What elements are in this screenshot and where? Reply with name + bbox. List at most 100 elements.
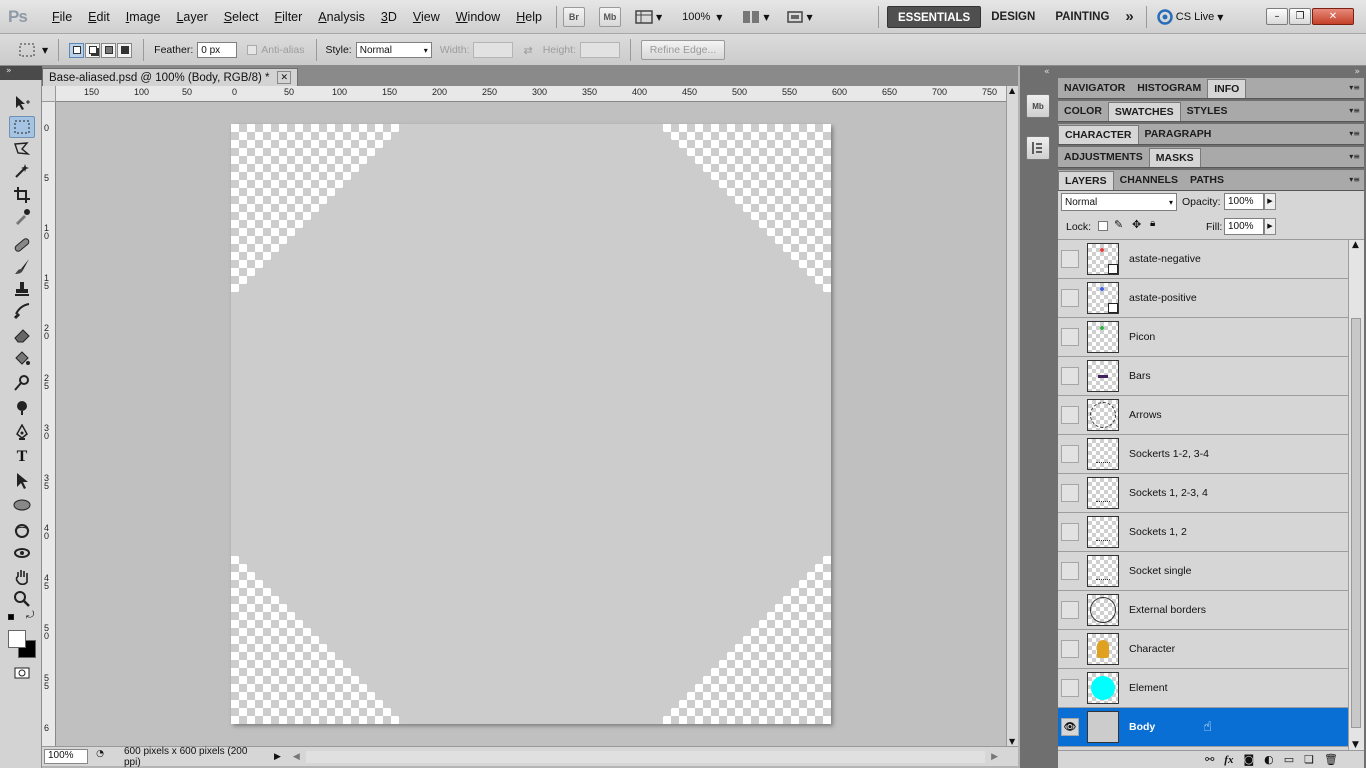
- layer-visibility-toggle[interactable]: 👁︎: [1061, 718, 1079, 736]
- zoom-level-dropdown[interactable]: 100% ▼: [682, 11, 722, 23]
- menu-file[interactable]: File: [44, 0, 80, 34]
- mini-bridge-panel-button[interactable]: Mb: [1026, 94, 1050, 118]
- lasso-tool[interactable]: [9, 138, 35, 160]
- panel-menu-icon[interactable]: ▾≡: [1349, 106, 1360, 115]
- opacity-slider-arrow[interactable]: ▶: [1264, 193, 1276, 210]
- eraser-tool[interactable]: [9, 324, 35, 346]
- menu-3d[interactable]: 3D: [373, 0, 405, 34]
- tab-swatches[interactable]: SWATCHES: [1107, 102, 1181, 121]
- document-tab[interactable]: Base-aliased.psd @ 100% (Body, RGB/8) * …: [42, 68, 299, 86]
- dodge-tool[interactable]: [9, 372, 35, 394]
- menu-image[interactable]: Image: [118, 0, 169, 34]
- subtract-selection-button[interactable]: [101, 42, 117, 58]
- ellipse-tool[interactable]: [9, 494, 35, 516]
- layers-scrollbar[interactable]: ▲ ▼: [1348, 240, 1364, 750]
- new-layer-icon[interactable]: ❏: [1304, 753, 1314, 766]
- layer-visibility-toggle[interactable]: [1061, 289, 1079, 307]
- foreground-color-swatch[interactable]: [8, 630, 26, 648]
- anti-alias-checkbox[interactable]: Anti-alias: [247, 44, 308, 56]
- hscroll-right-icon[interactable]: ▶: [991, 752, 998, 762]
- close-tab-icon[interactable]: ✕: [277, 71, 292, 84]
- layer-row[interactable]: Picon: [1058, 318, 1348, 357]
- layer-row[interactable]: Socket single: [1058, 552, 1348, 591]
- zoom-dot-tool[interactable]: [9, 396, 35, 418]
- zoom-field[interactable]: 100%: [44, 749, 88, 764]
- history-brush-tool[interactable]: [9, 300, 35, 322]
- lock-position-icon[interactable]: ✥: [1132, 218, 1141, 231]
- lock-transparency-icon[interactable]: [1098, 221, 1108, 231]
- layer-visibility-toggle[interactable]: [1061, 445, 1079, 463]
- tab-masks[interactable]: MASKS: [1148, 148, 1201, 167]
- layer-row[interactable]: Arrows: [1058, 396, 1348, 435]
- quick-mask-button[interactable]: [9, 662, 35, 684]
- history-panel-button[interactable]: [1026, 136, 1050, 160]
- canvas-vertical-scrollbar[interactable]: ▲ ▼: [1006, 86, 1018, 746]
- menu-layer[interactable]: Layer: [168, 0, 215, 34]
- layer-visibility-toggle[interactable]: [1061, 679, 1079, 697]
- hscroll-left-icon[interactable]: ◀: [293, 752, 300, 762]
- link-icon[interactable]: ⚯: [1205, 753, 1214, 766]
- menu-help[interactable]: Help: [508, 0, 550, 34]
- opacity-input[interactable]: 100%: [1224, 193, 1264, 210]
- scroll-down-icon[interactable]: ▼: [1352, 740, 1359, 750]
- tab-paragraph[interactable]: PARAGRAPH: [1139, 125, 1218, 144]
- tab-adjustments[interactable]: ADJUSTMENTS: [1058, 148, 1149, 167]
- paint-bucket-tool[interactable]: [9, 348, 35, 370]
- layer-row[interactable]: astate-positive: [1058, 279, 1348, 318]
- layer-row[interactable]: Character: [1058, 630, 1348, 669]
- 3d-orbit-tool[interactable]: [9, 542, 35, 564]
- screen-mode-button[interactable]: ▼: [786, 9, 813, 25]
- layer-visibility-toggle[interactable]: [1061, 523, 1079, 541]
- pen-tool[interactable]: [9, 422, 35, 444]
- scroll-down-icon[interactable]: ▼: [1009, 737, 1015, 746]
- status-arrow-icon[interactable]: ▶: [274, 752, 281, 762]
- rectangular-marquee-tool[interactable]: [9, 116, 35, 138]
- panel-menu-icon[interactable]: ▾≡: [1349, 152, 1360, 161]
- menu-filter[interactable]: Filter: [267, 0, 311, 34]
- blend-mode-dropdown[interactable]: Normal ▾: [1061, 193, 1177, 211]
- scroll-up-icon[interactable]: ▲: [1352, 240, 1359, 250]
- tab-channels[interactable]: CHANNELS: [1114, 171, 1184, 190]
- restore-button[interactable]: ❐: [1289, 8, 1311, 25]
- panel-menu-icon[interactable]: ▾≡: [1349, 175, 1360, 184]
- group-icon[interactable]: ▭: [1284, 753, 1294, 766]
- swap-dimensions-icon[interactable]: ⇄: [523, 44, 532, 57]
- tab-paths[interactable]: PATHS: [1184, 171, 1230, 190]
- zoom-tool[interactable]: [9, 588, 35, 610]
- width-input[interactable]: [473, 42, 514, 58]
- arrange-documents-button[interactable]: ▼: [742, 9, 770, 25]
- refine-edge-button[interactable]: Refine Edge...: [640, 40, 725, 60]
- panel-menu-icon[interactable]: ▾≡: [1349, 129, 1360, 138]
- status-menu-icon[interactable]: ◔: [92, 749, 108, 764]
- layer-row[interactable]: 👁︎ Body ☝: [1058, 708, 1348, 747]
- hand-tool[interactable]: [9, 566, 35, 588]
- tools-panel-header[interactable]: »: [0, 66, 42, 80]
- mask-icon[interactable]: ◙: [1243, 753, 1254, 766]
- quick-selection-tool[interactable]: [9, 160, 35, 182]
- tab-info[interactable]: INFO: [1207, 79, 1247, 98]
- tab-layers[interactable]: LAYERS: [1058, 171, 1114, 190]
- vertical-ruler[interactable]: 0 5 1 0 1 5 2 0 2 5 3 0 3 5 4 0 4 5 5 0 5 5 6: [42, 102, 56, 746]
- layer-visibility-toggle[interactable]: [1061, 562, 1079, 580]
- path-selection-tool[interactable]: [9, 470, 35, 492]
- view-extras-button[interactable]: ▼: [635, 9, 662, 25]
- menu-analysis[interactable]: Analysis: [310, 0, 373, 34]
- tab-character[interactable]: CHARACTER: [1058, 125, 1139, 144]
- collapse-panels-icon[interactable]: »: [1354, 67, 1360, 77]
- workspace-essentials[interactable]: ESSENTIALS: [887, 6, 982, 28]
- layer-row[interactable]: External borders: [1058, 591, 1348, 630]
- bridge-button[interactable]: Br: [562, 7, 585, 27]
- clone-stamp-tool[interactable]: [9, 278, 35, 300]
- scrollbar-thumb[interactable]: [1351, 318, 1361, 728]
- 3d-rotate-tool[interactable]: [9, 520, 35, 542]
- move-tool[interactable]: [9, 92, 35, 114]
- layer-row[interactable]: Sockets 1, 2-3, 4: [1058, 474, 1348, 513]
- default-colors-swatch-controls[interactable]: ⤾: [8, 610, 38, 624]
- layer-visibility-toggle[interactable]: [1061, 250, 1079, 268]
- layer-row[interactable]: Element: [1058, 669, 1348, 708]
- lock-pixels-icon[interactable]: ✎: [1114, 218, 1123, 231]
- layer-visibility-toggle[interactable]: [1061, 640, 1079, 658]
- document-canvas[interactable]: [231, 124, 831, 724]
- mini-bridge-button[interactable]: Mb: [598, 7, 621, 27]
- fill-slider-arrow[interactable]: ▶: [1264, 218, 1276, 235]
